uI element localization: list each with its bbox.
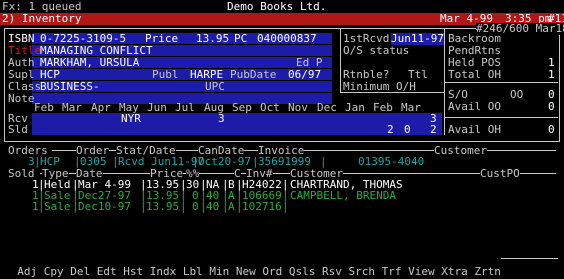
order-customer: 01395-4040 <box>358 155 425 168</box>
avail-oo-value: 0 <box>548 100 555 113</box>
menu-qsls[interactable]: Qsls <box>289 265 316 278</box>
pc-label: PC <box>234 32 248 45</box>
menu-view[interactable]: View <box>408 265 435 278</box>
sale-c: A <box>228 200 235 213</box>
menu-srch[interactable]: Srch <box>349 265 376 278</box>
month-label: Oct <box>260 101 280 114</box>
sales-grid-bg <box>32 113 442 135</box>
order-candate: Oct20-97 <box>198 155 251 168</box>
price-value[interactable]: 13.95 <box>196 33 229 45</box>
sold-total: 2 <box>430 123 437 136</box>
avail-oh-value: 0 <box>548 123 555 136</box>
total-oh-value: 1 <box>548 68 555 81</box>
total-oh-label: Total OH <box>448 68 501 81</box>
menu-edt[interactable]: Edt <box>97 265 117 278</box>
menu-zrtn[interactable]: Zrtn <box>474 265 501 278</box>
upc-label: UPC <box>205 80 225 93</box>
supplier-row-bg <box>32 69 332 80</box>
menu-del[interactable]: Del <box>70 265 90 278</box>
month-label: Jul <box>175 101 195 114</box>
menu-rsv[interactable]: Rsv <box>322 265 342 278</box>
menu-adj[interactable]: Adj <box>17 265 37 278</box>
month-label: Jun <box>147 101 167 114</box>
received-aug: 3 <box>218 112 225 125</box>
month-label: Nov <box>288 101 308 114</box>
month-label: Apr <box>91 101 111 114</box>
avail-oo-label: Avail OO <box>448 100 501 113</box>
sale-inv: 102716 <box>242 200 282 213</box>
month-label: Feb <box>34 101 54 114</box>
month-label: Mar <box>62 101 82 114</box>
sold-header: Sold <box>8 167 35 180</box>
screen-title: 2) Inventory <box>2 12 82 25</box>
custpo-header: CustPO <box>480 167 520 180</box>
received-nyr: NYR <box>121 112 141 125</box>
pubdate-value[interactable]: 06/97 <box>288 69 321 81</box>
sale-price: 13.95 <box>146 200 180 213</box>
month-label: Dec <box>317 101 337 114</box>
menu-ord[interactable]: Ord <box>262 265 282 278</box>
menu-new[interactable]: New <box>236 265 256 278</box>
month-label: Feb <box>373 101 393 114</box>
sale-pct: 0 <box>192 200 199 213</box>
menu-cpy[interactable]: Cpy <box>44 265 64 278</box>
sold-mar: 0 <box>404 123 411 136</box>
pc-value[interactable]: 040000837 <box>257 33 317 45</box>
menu-bar: Adj Cpy Del Edt Hst Indx Lbl Min New Ord… <box>4 254 501 278</box>
divider <box>444 82 558 83</box>
oo-label: OO <box>510 88 524 101</box>
menu-xtra[interactable]: Xtra <box>441 265 468 278</box>
divider <box>444 117 558 118</box>
note-label: Note <box>8 92 35 105</box>
menu-min[interactable]: Min <box>209 265 229 278</box>
avail-oh-label: Avail OH <box>448 123 501 136</box>
pubdate-label: PubDate <box>230 68 277 81</box>
month-label: Jan <box>345 101 365 114</box>
publisher-label: Publ <box>152 68 179 81</box>
month-label: Sep <box>232 101 252 114</box>
menu-trf[interactable]: Trf <box>382 265 402 278</box>
sold-feb: 2 <box>387 123 394 136</box>
sale-type: Sale <box>44 200 71 213</box>
menu-hst[interactable]: Hst <box>123 265 143 278</box>
sale-date: Dec10-97 <box>78 200 131 213</box>
minimum-oh-label: Minimum O/H <box>343 80 416 93</box>
os-status-label: O/S status <box>343 44 410 57</box>
class-value[interactable]: BUSINESS- <box>40 81 100 93</box>
month-label: Mar <box>401 101 421 114</box>
menu-lbl[interactable]: Lbl <box>183 265 203 278</box>
divider <box>340 29 341 93</box>
menu-indx[interactable]: Indx <box>150 265 177 278</box>
sale-customer: CAMPBELL, BRENDA <box>290 189 396 202</box>
store-name: Demo Books Ltd. <box>227 0 327 13</box>
sold-label: Sld <box>8 123 28 136</box>
customer-header: Customer <box>434 144 487 157</box>
sale-na: 40 <box>206 200 220 213</box>
